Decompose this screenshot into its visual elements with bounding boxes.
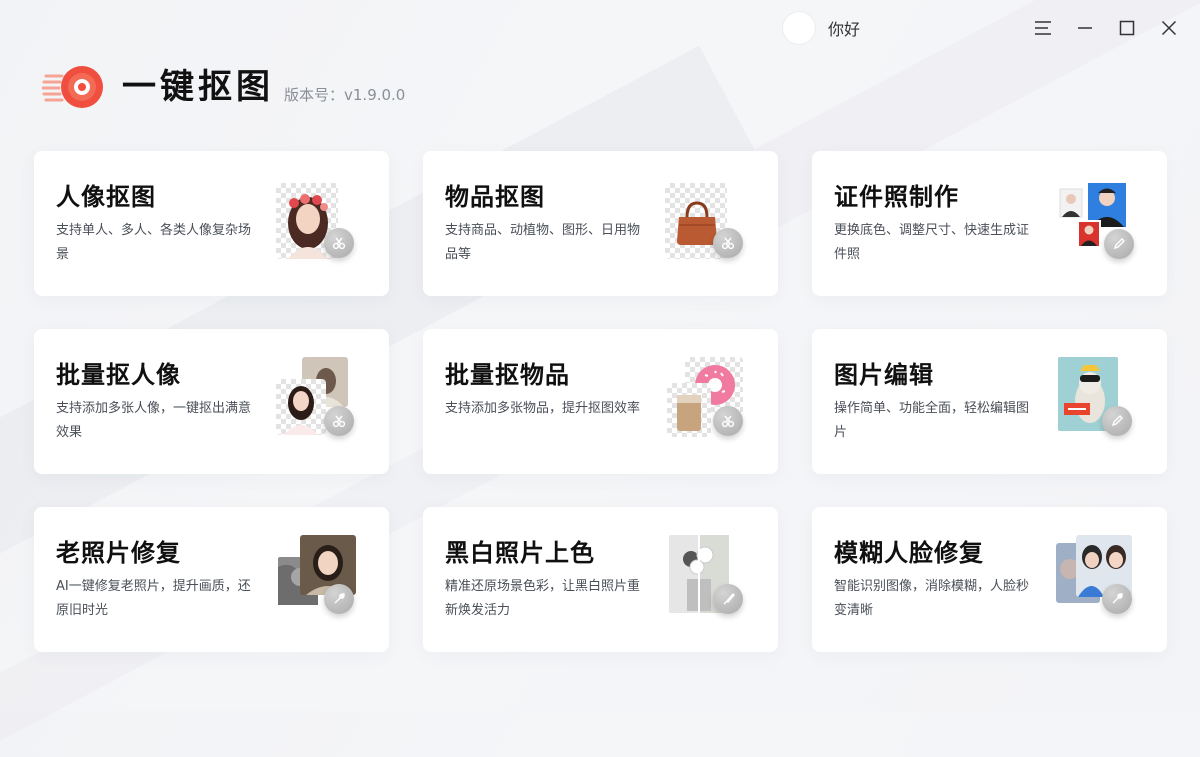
card-title: 黑白照片上色	[445, 539, 595, 567]
card-description: 支持添加多张物品，提升抠图效率	[445, 401, 641, 416]
card-thumbnail	[276, 183, 360, 267]
user-name[interactable]: 你好	[828, 16, 860, 40]
card-thumbnail	[1054, 357, 1138, 445]
card-thumbnail	[276, 357, 360, 445]
card-title: 批量抠物品	[445, 361, 570, 389]
close-button[interactable]	[1155, 14, 1183, 42]
app-logo-icon	[42, 66, 103, 108]
pencil-icon	[1102, 406, 1132, 436]
card-title: 图片编辑	[834, 361, 934, 389]
card-thumbnail	[665, 357, 749, 445]
pencil-icon	[1104, 229, 1134, 259]
card-title: 证件照制作	[834, 183, 959, 211]
card-thumbnail	[276, 535, 360, 623]
card-blur-face-repair[interactable]: 模糊人脸修复 智能识别图像，消除模糊，人脸秒变清晰	[812, 507, 1167, 652]
brand-header: 一键抠图 版本号：v1.9.0.0	[42, 64, 405, 110]
card-title: 老照片修复	[56, 539, 181, 567]
card-description: AI一键修复老照片，提升画质，还原旧时光	[56, 579, 251, 618]
menu-icon	[1035, 21, 1051, 35]
card-description: 支持商品、动植物、图形、日用物品等	[445, 223, 641, 262]
card-thumbnail	[1054, 535, 1138, 623]
menu-button[interactable]	[1029, 14, 1057, 42]
avatar[interactable]	[782, 11, 816, 45]
card-title: 物品抠图	[445, 183, 545, 211]
card-thumbnail	[665, 535, 749, 623]
card-description: 操作简单、功能全面，轻松编辑图片	[834, 401, 1030, 440]
minimize-icon	[1078, 27, 1092, 29]
app-title: 一键抠图	[122, 67, 274, 107]
minimize-button[interactable]	[1071, 14, 1099, 42]
card-id-photo[interactable]: 证件照制作 更换底色、调整尺寸、快速生成证件照	[812, 151, 1167, 296]
card-object-cutout[interactable]: 物品抠图 支持商品、动植物、图形、日用物品等	[423, 151, 778, 296]
wrench-icon	[324, 584, 354, 614]
card-title: 模糊人脸修复	[834, 539, 984, 567]
card-thumbnail	[665, 183, 749, 267]
card-old-photo-repair[interactable]: 老照片修复 AI一键修复老照片，提升画质，还原旧时光	[34, 507, 389, 652]
brush-icon	[713, 584, 743, 614]
scissors-icon	[324, 228, 354, 258]
card-title: 人像抠图	[56, 183, 156, 211]
close-icon	[1161, 20, 1177, 36]
card-portrait-cutout[interactable]: 人像抠图 支持单人、多人、各类人像复杂场景	[34, 151, 389, 296]
scissors-icon	[324, 406, 354, 436]
user-account[interactable]: 你好	[782, 11, 860, 45]
batch-portrait-front-image	[284, 386, 318, 435]
title-bar: 你好	[0, 0, 1200, 56]
maximize-button[interactable]	[1113, 14, 1141, 42]
scissors-icon	[713, 228, 743, 258]
card-description: 精准还原场景色彩，让黑白照片重新焕发活力	[445, 579, 641, 618]
card-title: 批量抠人像	[56, 361, 181, 389]
card-batch-portrait[interactable]: 批量抠人像 支持添加多张人像，一键抠出满意效果	[34, 329, 389, 474]
maximize-icon	[1119, 20, 1135, 36]
card-thumbnail	[1054, 183, 1138, 267]
card-description: 支持添加多张人像，一键抠出满意效果	[56, 401, 252, 440]
card-description: 智能识别图像，消除模糊，人脸秒变清晰	[834, 579, 1030, 618]
card-description: 更换底色、调整尺寸、快速生成证件照	[834, 223, 1030, 262]
card-description: 支持单人、多人、各类人像复杂场景	[56, 223, 252, 262]
version-label: 版本号：v1.9.0.0	[284, 85, 406, 104]
card-batch-object[interactable]: 批量抠物品 支持添加多张物品，提升抠图效率	[423, 329, 778, 474]
card-image-edit[interactable]: 图片编辑 操作简单、功能全面，轻松编辑图片	[812, 329, 1167, 474]
wrench-icon	[1102, 584, 1132, 614]
cup-image	[677, 395, 701, 431]
scissors-icon	[713, 406, 743, 436]
card-colorize-photo[interactable]: 黑白照片上色 精准还原场景色彩，让黑白照片重新焕发活力	[423, 507, 778, 652]
